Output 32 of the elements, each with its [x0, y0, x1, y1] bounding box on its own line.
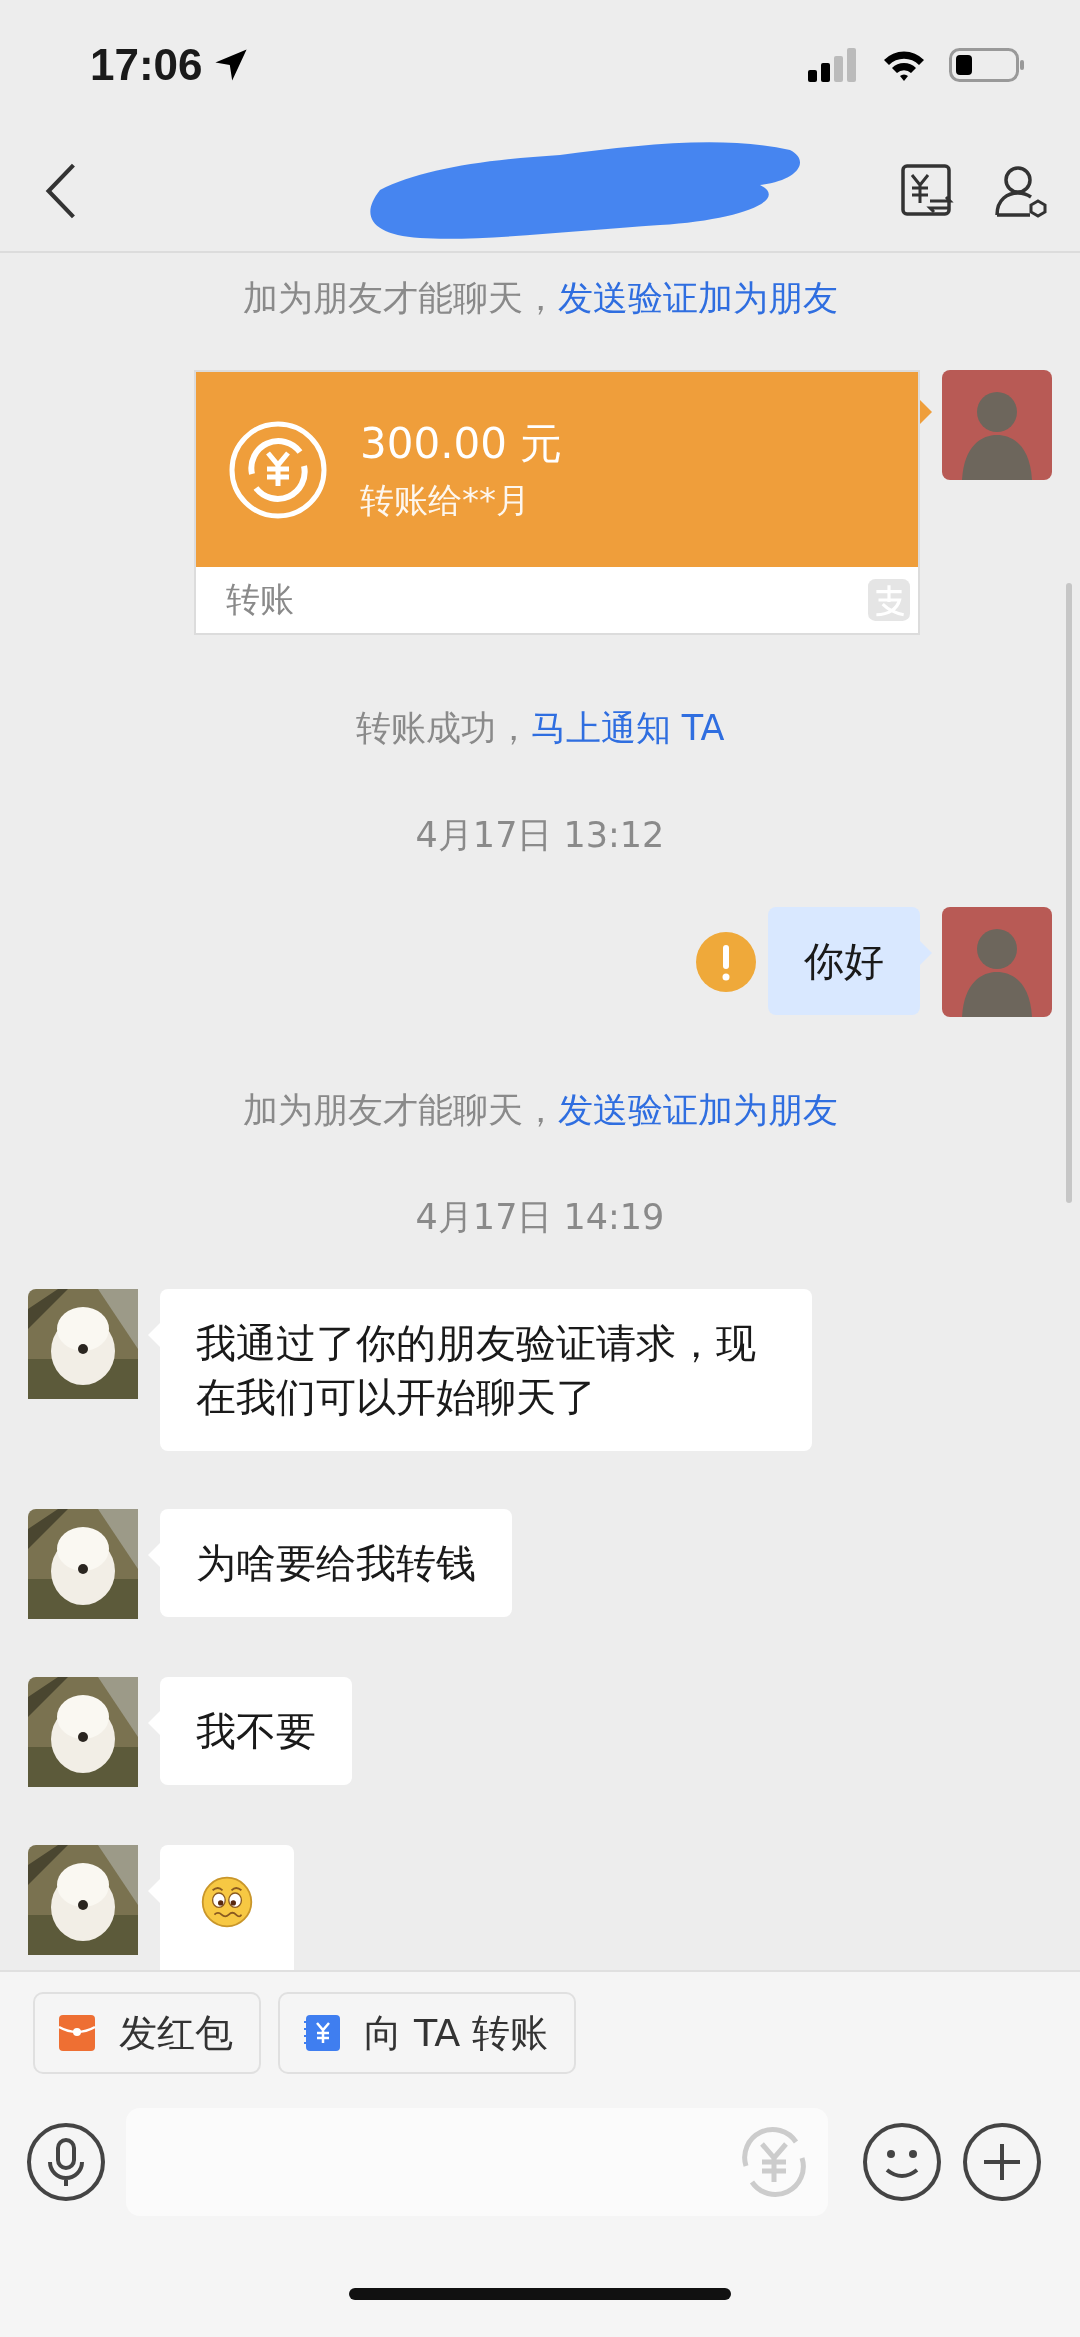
signal-icon [807, 48, 859, 82]
emoji-icon[interactable] [862, 2122, 942, 2202]
transfer-note: 转账给**月 [360, 478, 531, 522]
yen-notebook-icon [302, 2013, 342, 2053]
microphone-icon[interactable] [26, 2122, 106, 2202]
timestamp: 4月17日 13:12 [415, 814, 665, 857]
envelope-icon [57, 2013, 97, 2053]
message-bubble: 你好 [768, 907, 920, 1015]
system-notice-text: 加为朋友才能聊天， [242, 277, 558, 320]
payment-logo-icon [868, 579, 910, 621]
yen-circle-icon [228, 419, 328, 520]
verify-link[interactable]: 马上通知 TA [530, 705, 725, 752]
status-time: 17:06 [90, 40, 203, 90]
transfer-button[interactable]: 向 TA 转账 [278, 1992, 577, 2074]
transfer-card[interactable]: 300.00 元 转账给**月 转账 [194, 370, 920, 635]
card-footer-label: 转账 [226, 578, 294, 621]
battery-icon [949, 48, 1025, 82]
message-input-field[interactable] [126, 2108, 828, 2216]
message-bubble: 我通过了你的朋友验证请求，现在我们可以开始聊天了 [160, 1289, 812, 1451]
timestamp: 4月17日 14:19 [415, 1196, 665, 1239]
back-icon[interactable] [45, 162, 77, 219]
message-bubble: 我不要 [160, 1677, 352, 1785]
plus-icon[interactable] [962, 2122, 1042, 2202]
verify-link[interactable]: 发送验证加为朋友 [557, 275, 838, 322]
transfer-amount: 300.00 元 [360, 417, 563, 470]
worried-emoji-icon [200, 1875, 254, 1929]
verify-link[interactable]: 发送验证加为朋友 [557, 1087, 838, 1134]
system-notice-text: 加为朋友才能聊天， [242, 1089, 558, 1132]
transfer-record-icon[interactable] [900, 162, 956, 219]
gift-envelope-button[interactable]: 发红包 [33, 1992, 261, 2074]
message-bubble: 为啥要给我转钱 [160, 1509, 512, 1617]
system-notice-text: 转账成功， [355, 707, 531, 750]
